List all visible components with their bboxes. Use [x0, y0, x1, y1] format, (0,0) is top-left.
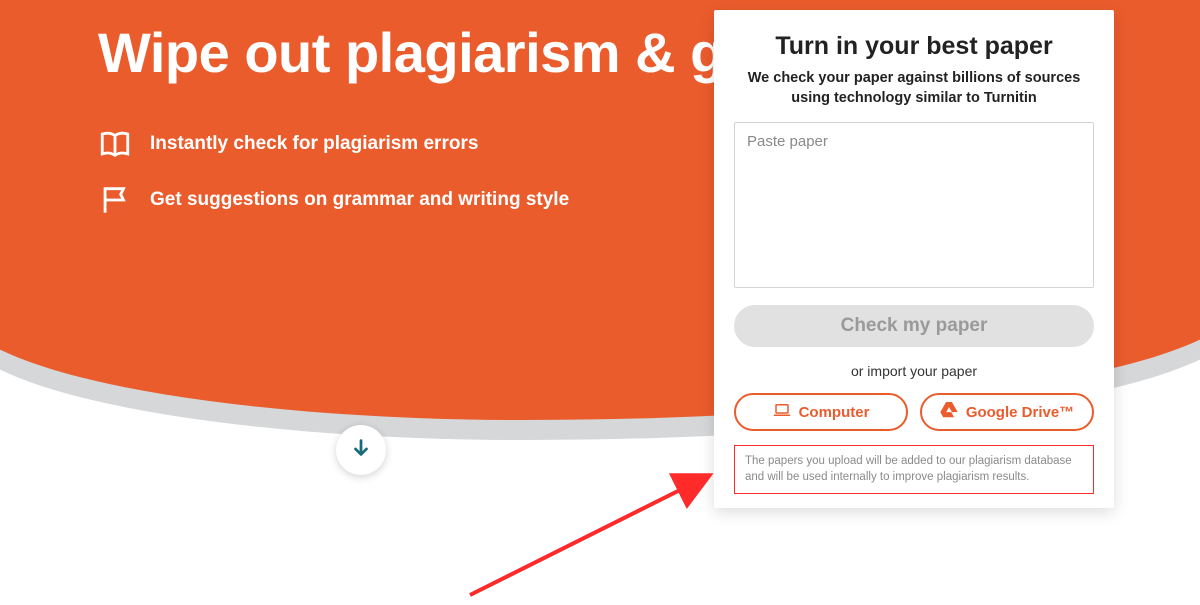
card-subtitle: We check your paper against billions of … — [734, 69, 1094, 108]
book-open-icon — [98, 127, 132, 161]
laptop-icon — [773, 402, 791, 422]
upload-disclaimer: The papers you upload will be added to o… — [734, 445, 1094, 494]
check-paper-button[interactable]: Check my paper — [734, 305, 1094, 347]
import-drive-label: Google Drive™ — [966, 404, 1074, 421]
card-title: Turn in your best paper — [734, 32, 1094, 61]
import-computer-button[interactable]: Computer — [734, 393, 908, 431]
import-google-drive-button[interactable]: Google Drive™ — [920, 393, 1094, 431]
import-buttons: Computer Google Drive™ — [734, 393, 1094, 431]
or-import-label: or import your paper — [734, 363, 1094, 379]
scroll-down-button[interactable] — [336, 425, 386, 475]
import-computer-label: Computer — [799, 404, 870, 421]
annotation-arrow-icon — [460, 465, 730, 605]
paper-check-card: Turn in your best paper We check your pa… — [714, 10, 1114, 508]
google-drive-icon — [940, 402, 958, 422]
bullet-text: Instantly check for plagiarism errors — [150, 133, 478, 155]
paste-paper-input[interactable] — [734, 122, 1094, 288]
bullet-text: Get suggestions on grammar and writing s… — [150, 189, 569, 211]
flag-icon — [98, 183, 132, 217]
arrow-down-icon — [350, 437, 372, 464]
